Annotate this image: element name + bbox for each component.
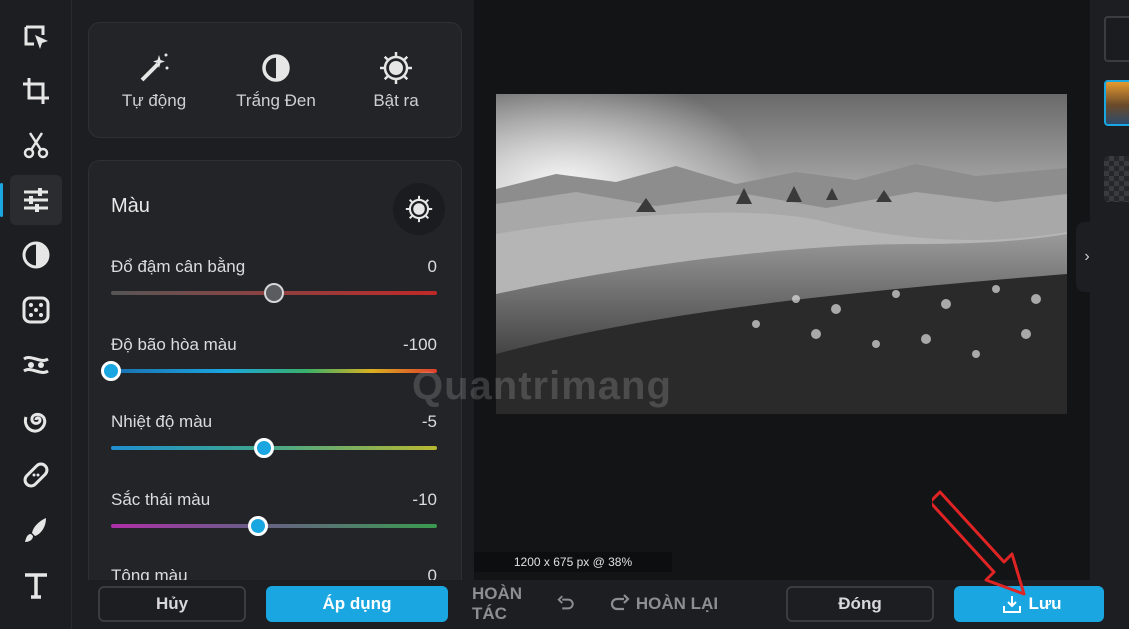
section-title: Màu	[111, 195, 150, 217]
tool-rail	[0, 0, 72, 629]
bandage-icon	[23, 462, 49, 488]
color-section: Màu Đổ đậm cân bằng 0 Độ bão hòa màu -10…	[88, 160, 462, 580]
close-button[interactable]: Đóng	[786, 586, 934, 622]
text-icon	[25, 573, 47, 599]
slider-balance: Đổ đậm cân bằng 0	[111, 257, 437, 317]
magic-wand-icon	[140, 53, 169, 82]
layers-rail	[1090, 0, 1129, 629]
apply-button[interactable]: Áp dụng	[266, 586, 448, 622]
slider-value: -5	[421, 412, 437, 431]
cancel-button[interactable]: Hủy	[98, 586, 246, 622]
brush-icon	[25, 518, 46, 542]
slider-track[interactable]	[111, 524, 437, 528]
slider-handle[interactable]	[264, 283, 284, 303]
slider-value: -10	[412, 490, 437, 509]
preset-pop-label: Bật ra	[373, 91, 419, 110]
slider-saturation: Độ bão hòa màu -100	[101, 335, 437, 395]
slider-label: Tông màu	[111, 566, 188, 580]
crop-icon	[23, 78, 49, 104]
effects-tool[interactable]	[10, 230, 62, 280]
preset-auto-label: Tự động	[121, 91, 187, 110]
slider-value: -100	[402, 335, 437, 354]
redo-label: HOÀN LẠI	[635, 594, 719, 613]
slider-tint: Sắc thái màu -10	[111, 490, 437, 550]
slider-value: 0	[427, 257, 437, 276]
preset-pop[interactable]: Bật ra	[341, 51, 451, 111]
undo-button[interactable]: HOÀN TÁC	[472, 584, 580, 623]
adjust-tool[interactable]	[0, 175, 62, 225]
canvas-area[interactable]: 1200 x 675 px @ 38%	[474, 0, 1090, 580]
slider-label: Đổ đậm cân bằng	[111, 257, 246, 276]
draw-tool[interactable]	[10, 505, 62, 555]
preset-group: Tự động Trắng Đen Bật ra	[88, 22, 462, 138]
expand-panel-button[interactable]: ›	[1076, 222, 1098, 292]
spiral-icon	[23, 412, 47, 433]
slider-handle[interactable]	[254, 438, 275, 458]
layer-thumb-transparent[interactable]	[1104, 156, 1129, 202]
slider-label: Độ bão hòa màu	[111, 335, 237, 354]
layer-thumb-empty[interactable]	[1104, 16, 1129, 62]
download-icon	[1003, 596, 1022, 613]
text-tool[interactable]	[10, 560, 62, 610]
chevron-right-icon: ›	[1084, 248, 1090, 265]
texture-tool[interactable]	[10, 285, 62, 335]
cut-tool[interactable]	[10, 120, 62, 170]
action-bar: Hủy Áp dụng HOÀN TÁC HOÀN LẠI Đóng Lưu	[72, 580, 1129, 629]
cursor-icon	[24, 25, 48, 49]
save-label: Lưu	[1028, 594, 1062, 613]
redo-icon	[610, 594, 630, 611]
slider-value: 0	[427, 566, 437, 580]
frame-tool[interactable]	[10, 395, 62, 445]
slider-track[interactable]	[111, 369, 437, 373]
face-icon	[23, 356, 49, 374]
sliders-icon	[24, 188, 48, 212]
preset-auto[interactable]: Tự động	[99, 51, 209, 111]
crop-tool[interactable]	[10, 66, 62, 116]
slider-handle[interactable]	[247, 516, 268, 536]
contrast-icon	[262, 54, 290, 82]
undo-label: HOÀN TÁC	[472, 584, 523, 623]
adjust-panel: Tự động Trắng Đen Bật ra Màu Đổ đậm cân …	[72, 0, 474, 580]
preset-bw[interactable]: Trắng Đen	[221, 51, 331, 111]
image-size-label: 1200 x 675 px @ 38%	[474, 552, 672, 572]
section-settings-button[interactable]	[393, 183, 445, 235]
select-tool[interactable]	[10, 12, 62, 62]
watermark: Quantrimang	[412, 364, 672, 408]
retouch-tool[interactable]	[10, 450, 62, 500]
beauty-tool[interactable]	[10, 340, 62, 390]
redo-button[interactable]: HOÀN LẠI	[600, 586, 722, 622]
slider-tone: Tông màu 0	[111, 566, 437, 580]
slider-label: Sắc thái màu	[111, 490, 211, 509]
slider-label: Nhiệt độ màu	[111, 412, 213, 431]
sun-icon	[405, 195, 433, 223]
preset-bw-label: Trắng Đen	[236, 91, 316, 110]
contrast-icon	[22, 241, 50, 269]
slider-handle[interactable]	[101, 361, 121, 381]
layer-thumb-photo[interactable]	[1104, 80, 1129, 126]
dots-icon	[22, 296, 50, 324]
slider-temperature: Nhiệt độ màu -5	[111, 412, 437, 472]
sun-icon	[380, 52, 412, 84]
undo-icon	[556, 595, 574, 610]
save-button[interactable]: Lưu	[954, 586, 1104, 622]
scissors-icon	[23, 132, 49, 159]
